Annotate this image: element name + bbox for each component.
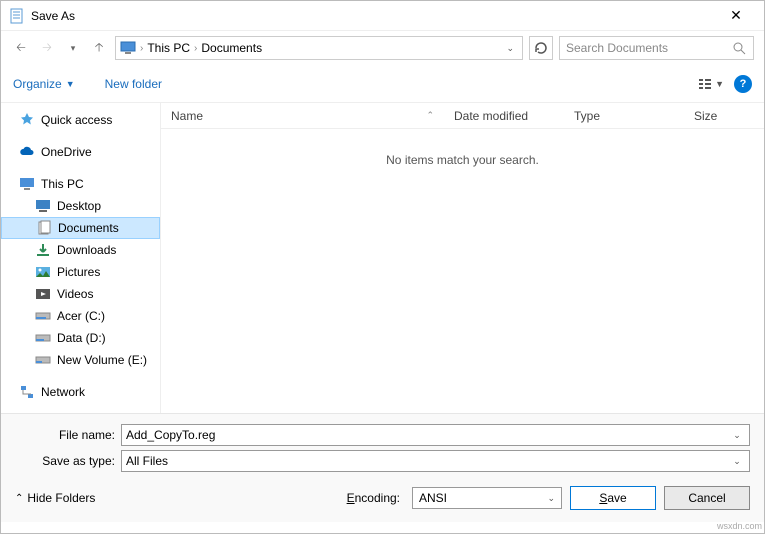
tree-drive-c[interactable]: Acer (C:) <box>1 305 160 327</box>
address-bar[interactable]: › This PC › Documents ⌄ <box>115 36 523 60</box>
hide-folders-button[interactable]: ⌃ Hide Folders <box>15 491 95 505</box>
downloads-icon <box>35 242 51 258</box>
column-headers[interactable]: Name⌃ Date modified Type Size <box>161 103 764 129</box>
column-name[interactable]: Name⌃ <box>161 109 444 123</box>
window-title: Save As <box>31 9 716 23</box>
filetype-label: Save as type: <box>15 454 115 468</box>
recent-dropdown[interactable]: ▾ <box>63 38 83 58</box>
tree-this-pc[interactable]: This PC <box>1 173 160 195</box>
tree-videos[interactable]: Videos <box>1 283 160 305</box>
tree-drive-e[interactable]: New Volume (E:) <box>1 349 160 371</box>
breadcrumb-folder[interactable]: Documents <box>201 41 262 55</box>
column-type[interactable]: Type <box>564 109 684 123</box>
back-button[interactable]: 🡠 <box>11 38 31 58</box>
address-dropdown-icon[interactable]: ⌄ <box>506 43 518 54</box>
sort-asc-icon: ⌃ <box>426 110 434 121</box>
encoding-label: EEncoding:ncoding: <box>347 491 400 505</box>
watermark: wsxdn.com <box>717 521 762 531</box>
tree-pictures[interactable]: Pictures <box>1 261 160 283</box>
tree-network[interactable]: Network <box>1 381 160 403</box>
chevron-right-icon: › <box>138 43 145 54</box>
drive-icon <box>35 352 51 368</box>
tree-quick-access[interactable]: Quick access <box>1 109 160 131</box>
desktop-icon <box>35 198 51 214</box>
save-button[interactable]: Save <box>570 486 656 510</box>
search-icon <box>731 40 747 56</box>
documents-icon <box>36 220 52 236</box>
drive-icon <box>35 308 51 324</box>
column-size[interactable]: Size <box>684 109 764 123</box>
filename-input[interactable] <box>126 428 729 442</box>
pc-icon <box>120 40 136 56</box>
refresh-button[interactable] <box>529 36 553 60</box>
forward-button[interactable]: 🡢 <box>37 38 57 58</box>
filetype-dropdown-icon[interactable]: ⌄ <box>729 456 745 467</box>
pc-icon <box>19 176 35 192</box>
network-icon <box>19 384 35 400</box>
drive-icon <box>35 330 51 346</box>
cancel-button[interactable]: Cancel <box>664 486 750 510</box>
help-button[interactable]: ? <box>734 75 752 93</box>
view-options-button[interactable]: ▼ <box>697 76 724 92</box>
search-placeholder: Search Documents <box>566 41 731 55</box>
filename-label: File name: <box>15 428 115 442</box>
notepad-icon <box>9 8 25 24</box>
refresh-icon <box>533 40 549 56</box>
chevron-down-icon: ▼ <box>66 79 75 89</box>
cloud-icon <box>19 144 35 160</box>
encoding-dropdown-icon[interactable]: ⌄ <box>547 493 555 504</box>
filename-dropdown-icon[interactable]: ⌄ <box>729 430 745 441</box>
chevron-right-icon: › <box>192 43 199 54</box>
close-button[interactable]: ✕ <box>716 7 756 24</box>
organize-menu[interactable]: Organize ▼ <box>13 77 75 91</box>
up-button[interactable]: 🡡 <box>89 38 109 58</box>
chevron-down-icon: ▼ <box>715 79 724 89</box>
search-input[interactable]: Search Documents <box>559 36 754 60</box>
tree-documents[interactable]: Documents <box>1 217 160 239</box>
filename-field[interactable]: ⌄ <box>121 424 750 446</box>
empty-message: No items match your search. <box>161 129 764 413</box>
tree-drive-d[interactable]: Data (D:) <box>1 327 160 349</box>
navigation-tree[interactable]: Quick access OneDrive This PC Desktop Do… <box>1 103 161 413</box>
encoding-select[interactable]: ANSI ⌄ <box>412 487 562 509</box>
pictures-icon <box>35 264 51 280</box>
star-icon <box>19 112 35 128</box>
videos-icon <box>35 286 51 302</box>
tree-desktop[interactable]: Desktop <box>1 195 160 217</box>
breadcrumb-root[interactable]: This PC <box>147 41 190 55</box>
new-folder-button[interactable]: New folder <box>105 77 162 91</box>
tree-onedrive[interactable]: OneDrive <box>1 141 160 163</box>
list-view-icon <box>697 76 713 92</box>
filetype-select[interactable]: All Files ⌄ <box>121 450 750 472</box>
tree-downloads[interactable]: Downloads <box>1 239 160 261</box>
chevron-up-icon: ⌃ <box>15 493 23 504</box>
column-date[interactable]: Date modified <box>444 109 564 123</box>
